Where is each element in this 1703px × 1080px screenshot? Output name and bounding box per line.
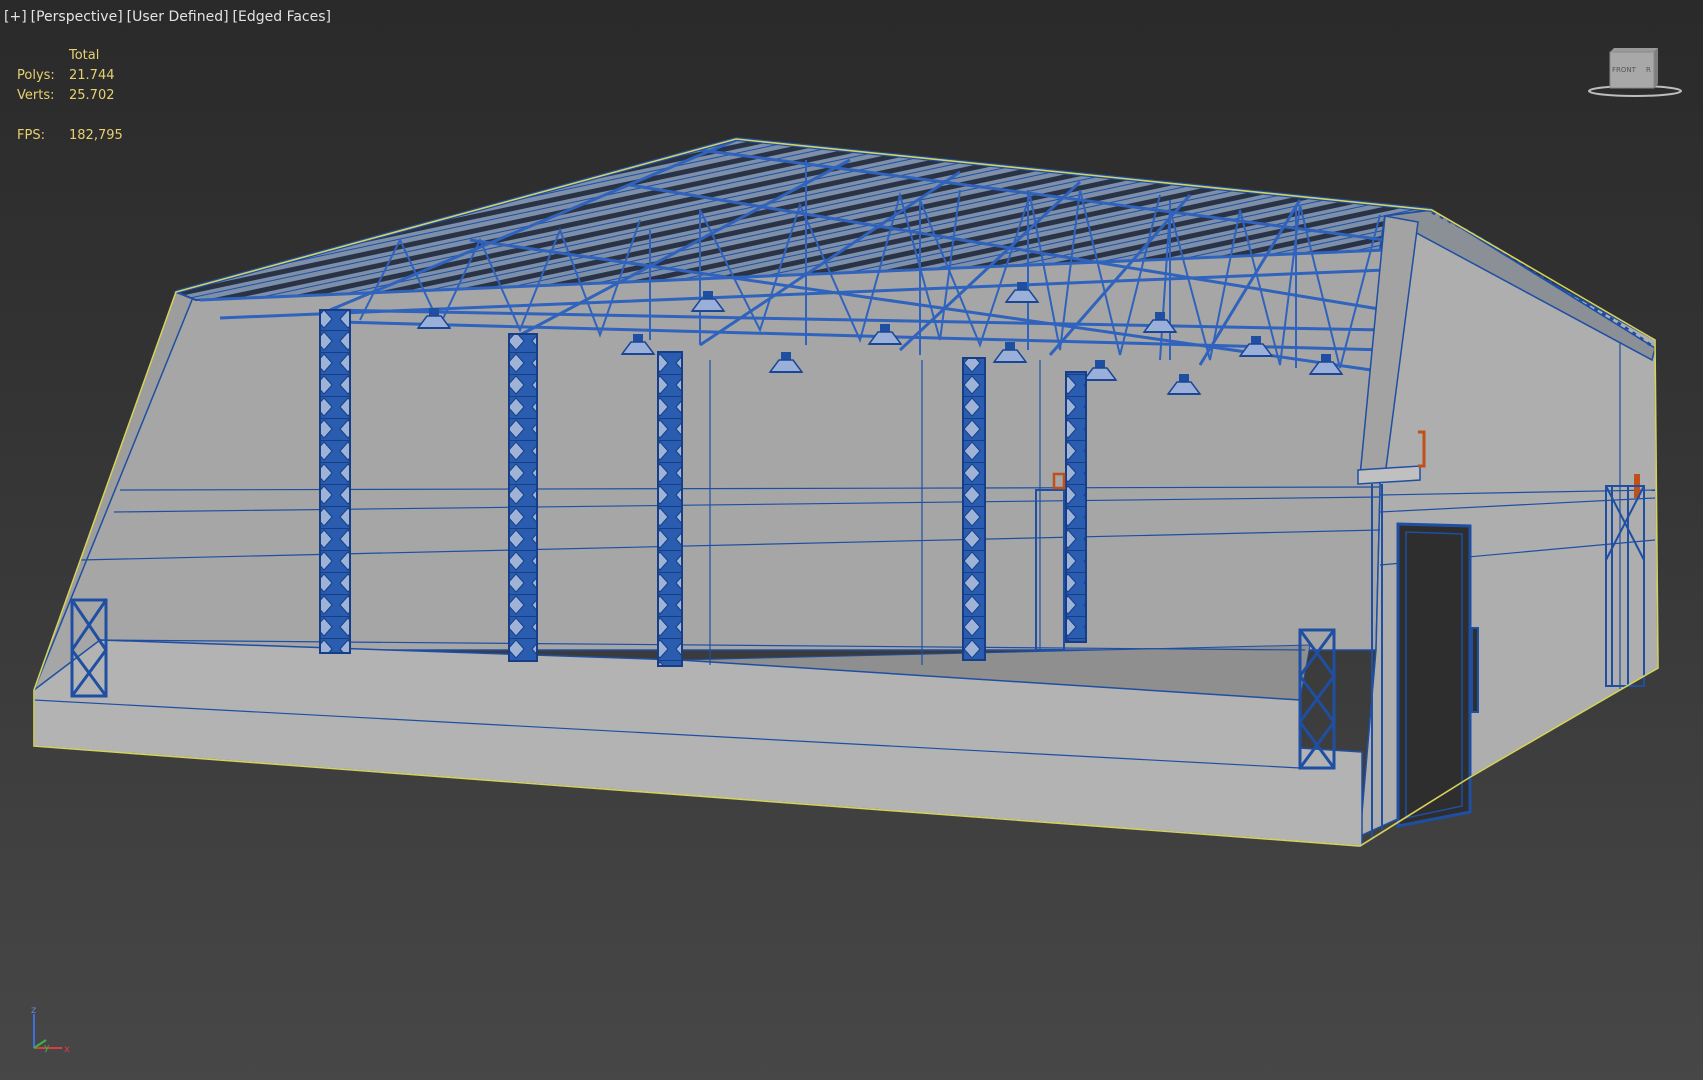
perspective-viewport[interactable]: [+] [Perspective] [User Defined] [Edged …: [0, 0, 1703, 1080]
column-2[interactable]: [508, 333, 538, 662]
fps-value: 182,795: [69, 128, 123, 143]
scene-statistics: Total Polys: 21.744 Verts: 25.702 FPS: 1…: [17, 46, 123, 146]
column-4[interactable]: [962, 357, 986, 661]
hangar-door[interactable]: [1396, 522, 1472, 828]
fps-label: FPS:: [17, 128, 45, 143]
viewport-general-menu[interactable]: [+]: [4, 9, 27, 25]
axis-y-label: y: [44, 1043, 50, 1053]
verts-value: 25.702: [69, 88, 115, 103]
column-5[interactable]: [1065, 371, 1087, 643]
verts-label: Verts:: [17, 88, 55, 103]
column-3[interactable]: [657, 351, 683, 667]
hangar-model[interactable]: [0, 0, 1703, 1080]
polys-label: Polys:: [17, 68, 55, 83]
viewport-shading-mode-menu[interactable]: [Edged Faces]: [233, 9, 331, 25]
viewcube-front-label: FRONT: [1612, 66, 1637, 74]
stats-total-header: Total: [69, 48, 100, 63]
column-1[interactable]: [319, 309, 351, 654]
viewport-label-menu: [+] [Perspective] [User Defined] [Edged …: [4, 7, 335, 27]
viewport-shading-preset-menu[interactable]: [User Defined]: [127, 9, 229, 25]
viewcube-icon[interactable]: FRONT R: [1588, 44, 1682, 98]
polys-value: 21.744: [69, 68, 115, 83]
axis-tripod-icon: z x y: [31, 1005, 70, 1054]
viewcube-right-label: R: [1646, 66, 1651, 74]
axis-z-label: z: [31, 1005, 36, 1016]
axis-x-label: x: [64, 1044, 70, 1054]
viewport-view-menu[interactable]: [Perspective]: [31, 9, 123, 25]
